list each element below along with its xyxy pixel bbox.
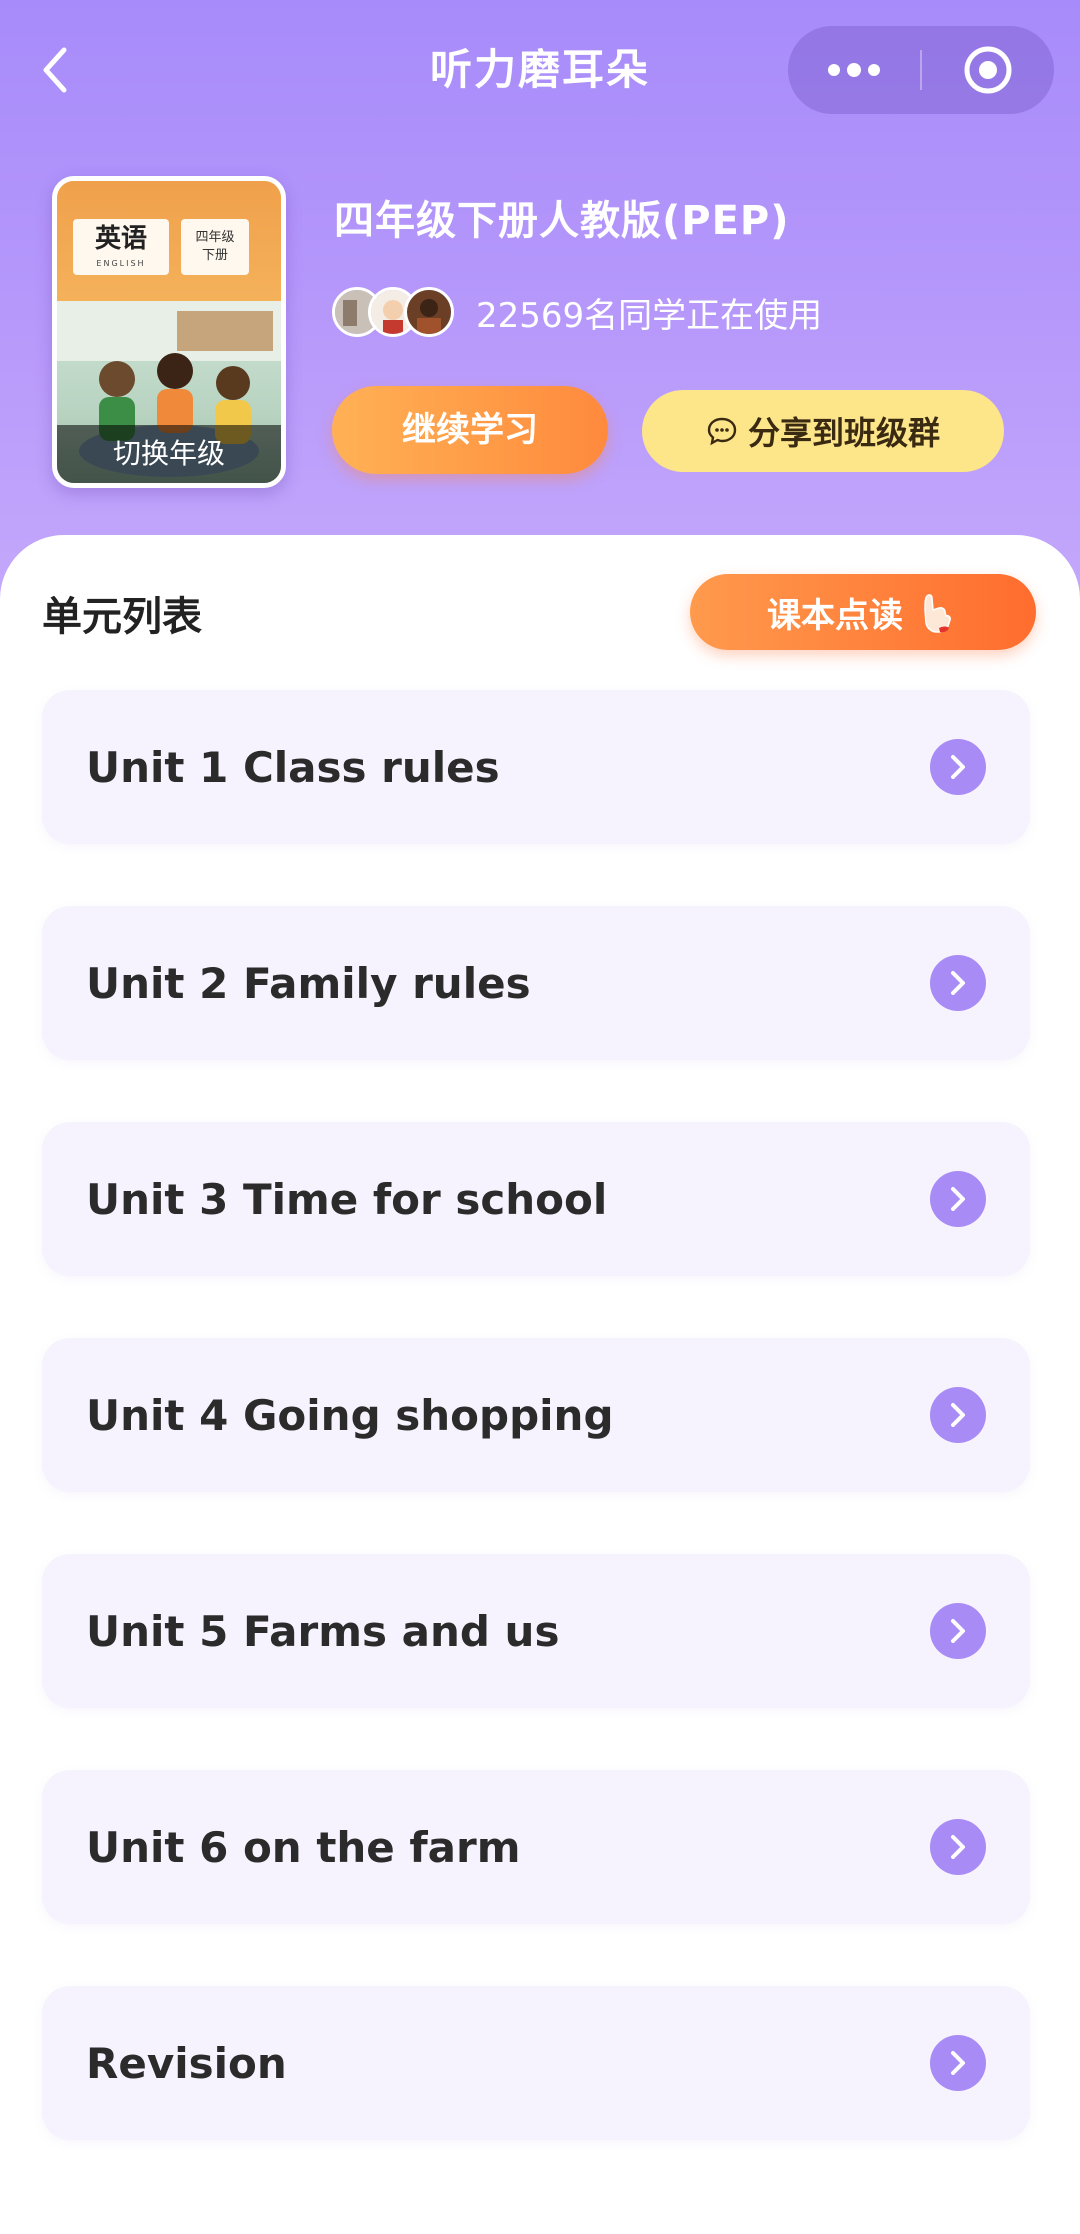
chevron-right-icon bbox=[930, 1603, 986, 1659]
share-to-class-button[interactable]: 分享到班级群 bbox=[642, 390, 1004, 472]
unit-list-item[interactable]: Unit 3 Time for school bbox=[42, 1122, 1030, 1276]
share-button-label: 分享到班级群 bbox=[747, 414, 940, 452]
unit-list-item[interactable]: Unit 4 Going shopping bbox=[42, 1338, 1030, 1492]
unit-label: Unit 3 Time for school bbox=[86, 1174, 608, 1224]
users-count-text: 22569名同学正在使用 bbox=[476, 295, 823, 336]
book-cover-grade: 四年级 下册 bbox=[181, 219, 249, 275]
unit-label: Unit 2 Family rules bbox=[86, 958, 531, 1008]
chevron-right-icon bbox=[930, 2035, 986, 2091]
app-screen: 听力磨耳朵 英语 ENGLISH 四年级 下册 切换年级 四年级下册人教版(PE… bbox=[0, 0, 1080, 2234]
book-cover-subject: 英语 ENGLISH bbox=[73, 219, 169, 275]
more-button[interactable] bbox=[788, 26, 920, 114]
unit-list-item[interactable]: Revision bbox=[42, 1986, 1030, 2140]
close-mini-program-button[interactable] bbox=[922, 26, 1054, 114]
unit-list-item[interactable]: Unit 6 on the farm bbox=[42, 1770, 1030, 1924]
unit-list-item[interactable]: Unit 2 Family rules bbox=[42, 906, 1030, 1060]
more-dots-icon bbox=[828, 63, 880, 77]
textbook-read-label: 课本点读 bbox=[767, 595, 903, 636]
book-cover-subject-text: 英语 bbox=[94, 224, 147, 254]
pointing-hand-icon bbox=[924, 594, 951, 633]
book-cover-subject-en: ENGLISH bbox=[96, 259, 146, 268]
unit-list-title: 单元列表 bbox=[42, 594, 202, 640]
book-cover[interactable]: 英语 ENGLISH 四年级 下册 切换年级 bbox=[52, 176, 286, 488]
continue-learning-button[interactable]: 继续学习 bbox=[332, 386, 608, 474]
unit-label: Unit 5 Farms and us bbox=[86, 1606, 560, 1656]
unit-label: Unit 4 Going shopping bbox=[86, 1390, 614, 1440]
textbook-read-button[interactable]: 课本点读 bbox=[690, 574, 1036, 650]
chat-bubble-icon bbox=[707, 417, 737, 446]
users-row: 22569名同学正在使用 bbox=[332, 284, 822, 340]
book-cover-grade-text: 四年级 bbox=[195, 230, 235, 245]
unit-list-item[interactable]: Unit 1 Class rules bbox=[42, 690, 1030, 844]
unit-label: Revision bbox=[86, 2038, 287, 2088]
mini-program-capsule bbox=[788, 26, 1054, 114]
avatar bbox=[404, 287, 454, 337]
book-cover-term-text: 下册 bbox=[201, 248, 228, 263]
unit-label: Unit 1 Class rules bbox=[86, 742, 500, 792]
chevron-right-icon bbox=[930, 1387, 986, 1443]
unit-list: Unit 1 Class rules Unit 2 Family rules Uni… bbox=[42, 690, 1030, 2202]
chevron-right-icon bbox=[930, 1171, 986, 1227]
unit-list-item[interactable]: Unit 5 Farms and us bbox=[42, 1554, 1030, 1708]
book-title: 四年级下册人教版(PEP) bbox=[334, 198, 790, 244]
target-circle-icon bbox=[964, 46, 1012, 94]
switch-grade-button[interactable]: 切换年级 bbox=[57, 425, 281, 483]
chevron-right-icon bbox=[930, 955, 986, 1011]
chevron-right-icon bbox=[930, 1819, 986, 1875]
chevron-right-icon bbox=[930, 739, 986, 795]
unit-label: Unit 6 on the farm bbox=[86, 1822, 521, 1872]
